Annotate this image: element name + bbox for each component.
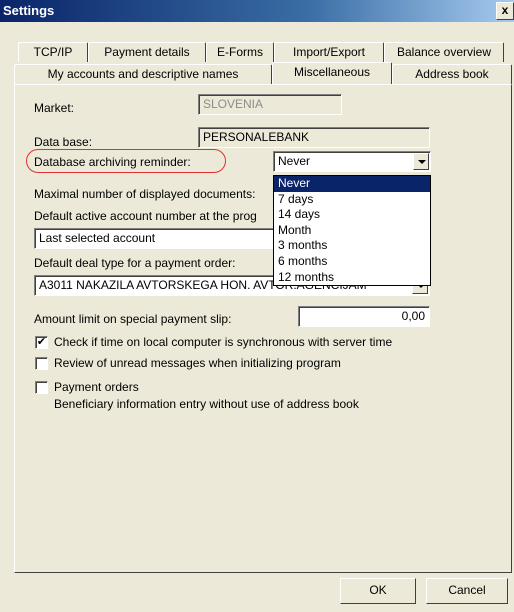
review-messages-label: Review of unread messages when initializ… xyxy=(54,356,341,370)
database-field: PERSONALEBANK xyxy=(198,127,430,148)
tab-address-book[interactable]: Address book xyxy=(392,64,512,84)
check-time-checkbox[interactable]: ✔ xyxy=(35,336,48,349)
settings-window: Settings x TCP/IP Payment details E-Form… xyxy=(0,0,514,612)
tab-balance-overview[interactable]: Balance overview xyxy=(384,42,504,62)
beneficiary-label: Beneficiary information entry without us… xyxy=(54,397,359,411)
title-bar: Settings x xyxy=(0,0,514,22)
max-documents-label: Maximal number of displayed documents: xyxy=(34,187,256,201)
payment-orders-label: Payment orders xyxy=(54,380,139,394)
amount-limit-input[interactable]: 0,00 xyxy=(298,306,430,327)
default-account-value: Last selected account xyxy=(39,231,156,245)
tab-tcp-ip[interactable]: TCP/IP xyxy=(18,42,88,62)
dropdown-option[interactable]: Month xyxy=(274,223,430,239)
tab-payment-details[interactable]: Payment details xyxy=(88,42,206,62)
archiving-reminder-value: Never xyxy=(278,154,311,168)
chevron-down-icon xyxy=(418,160,426,164)
review-messages-checkbox[interactable] xyxy=(35,357,48,370)
amount-limit-label: Amount limit on special payment slip: xyxy=(34,312,232,326)
tab-my-accounts[interactable]: My accounts and descriptive names xyxy=(14,64,272,84)
close-icon[interactable]: x xyxy=(496,2,514,20)
market-field: SLOVENIA xyxy=(198,94,342,115)
deal-type-label: Default deal type for a payment order: xyxy=(34,256,236,270)
check-time-label: Check if time on local computer is synch… xyxy=(54,335,393,349)
database-label: Data base: xyxy=(34,135,93,149)
dropdown-option[interactable]: Never xyxy=(274,176,430,192)
dropdown-option[interactable]: 3 months xyxy=(274,238,430,254)
ok-button[interactable]: OK xyxy=(340,578,416,604)
archiving-reminder-dropdown-list: Never 7 days 14 days Month 3 months 6 mo… xyxy=(273,175,431,286)
payment-orders-checkbox[interactable] xyxy=(35,381,48,394)
dropdown-option[interactable]: 7 days xyxy=(274,192,430,208)
tab-miscellaneous[interactable]: Miscellaneous xyxy=(272,62,392,84)
cancel-button[interactable]: Cancel xyxy=(426,578,508,604)
market-label: Market: xyxy=(34,101,75,115)
tab-e-forms[interactable]: E-Forms xyxy=(206,42,274,62)
default-account-label: Default active account number at the pro… xyxy=(34,209,257,223)
tab-import-export[interactable]: Import/Export xyxy=(274,42,384,62)
dropdown-option[interactable]: 14 days xyxy=(274,207,430,223)
dropdown-button[interactable] xyxy=(413,153,429,170)
archiving-reminder-select[interactable]: Never xyxy=(273,151,431,172)
dropdown-option[interactable]: 6 months xyxy=(274,254,430,270)
archiving-reminder-label: Database archiving reminder: xyxy=(34,155,191,169)
window-title: Settings xyxy=(3,3,55,18)
dropdown-option[interactable]: 12 months xyxy=(274,270,430,286)
